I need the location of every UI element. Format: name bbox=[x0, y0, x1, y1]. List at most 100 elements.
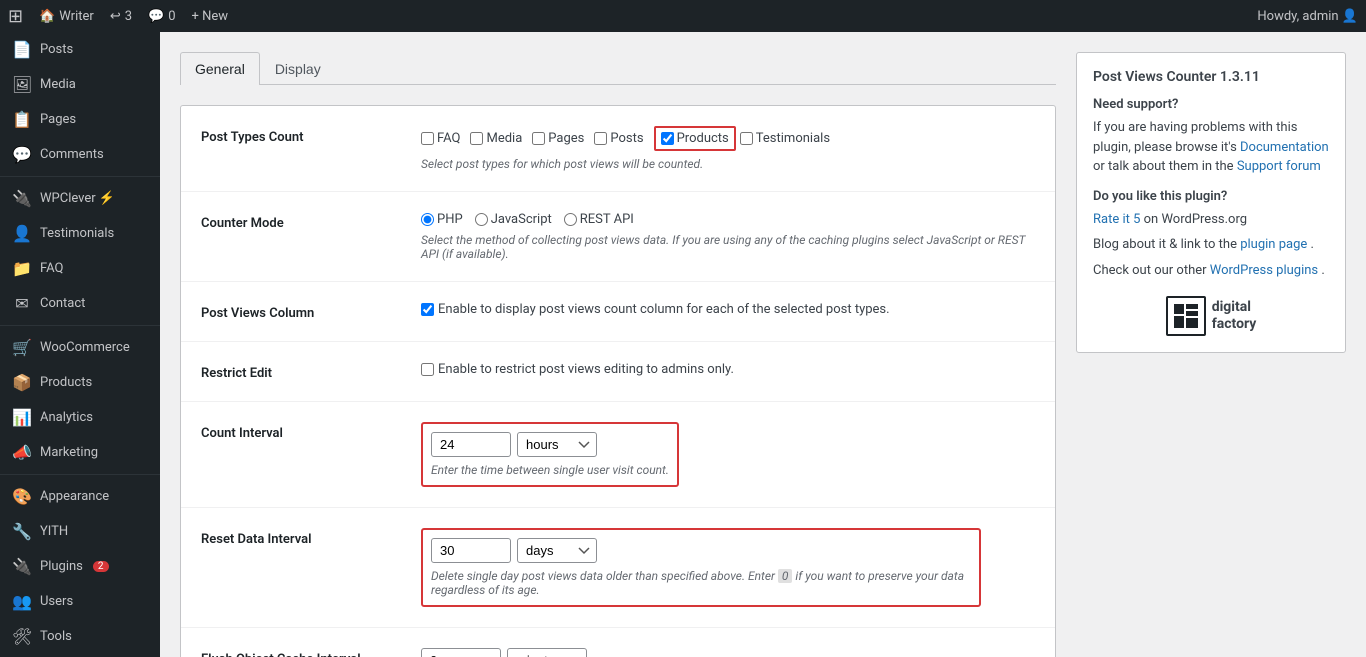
wpclever-icon: 🔌 bbox=[12, 189, 32, 208]
sidebar-item-media[interactable]: 🖼 Media bbox=[0, 67, 160, 102]
tabs: General Display bbox=[180, 52, 1056, 85]
admin-avatar: 👤 bbox=[1342, 9, 1358, 24]
checkbox-group: FAQ Media Pages bbox=[421, 126, 1035, 151]
post-views-column-input[interactable] bbox=[421, 303, 434, 316]
sidebar-item-comments[interactable]: 💬 Comments bbox=[0, 137, 160, 172]
topbar: ⊞ 🏠 Writer ↩ 3 💬 0 + New Howdy, admin 👤 bbox=[0, 0, 1366, 32]
radio-rest-api-input[interactable] bbox=[564, 213, 577, 226]
radio-javascript[interactable]: JavaScript bbox=[475, 212, 552, 227]
reset-data-interval-row: Reset Data Interval days minutes hours bbox=[181, 508, 1055, 628]
sidebar-item-users[interactable]: 👥 Users bbox=[0, 584, 160, 619]
comments-icon: 💬 bbox=[12, 145, 32, 164]
sidebar-item-testimonials[interactable]: 👤 Testimonials bbox=[0, 216, 160, 251]
counter-mode-row: Counter Mode PHP JavaScript bbox=[181, 192, 1055, 282]
checkbox-posts[interactable]: Posts bbox=[594, 131, 643, 146]
checkbox-testimonials[interactable]: Testimonials bbox=[740, 131, 830, 146]
pages-icon: 📋 bbox=[12, 110, 32, 129]
wp-logo[interactable]: ⊞ bbox=[8, 6, 23, 27]
restrict-edit-input[interactable] bbox=[421, 363, 434, 376]
support-forum-link[interactable]: Support forum bbox=[1237, 159, 1321, 174]
flush-cache-row: Flush Object Cache Interval minutes hour… bbox=[181, 628, 1055, 657]
media-icon: 🖼 bbox=[12, 75, 32, 94]
main-content: General Display Post Types Count FAQ bbox=[160, 32, 1366, 657]
count-interval-input[interactable] bbox=[431, 432, 511, 457]
sidebar-item-contact[interactable]: ✉ Contact bbox=[0, 286, 160, 321]
flush-cache-control: minutes hours days How often to flush ca… bbox=[421, 648, 1035, 657]
sidebar-item-posts[interactable]: 📄 Posts bbox=[0, 32, 160, 67]
new-content[interactable]: + New bbox=[192, 9, 229, 24]
count-interval-select[interactable]: hours minutes days bbox=[517, 432, 597, 457]
radio-javascript-input[interactable] bbox=[475, 213, 488, 226]
reset-data-interval-label: Reset Data Interval bbox=[201, 528, 401, 547]
sidebar: 📄 Posts 🖼 Media 📋 Pages 💬 Comments 🔌 WPC… bbox=[0, 32, 160, 657]
count-interval-label: Count Interval bbox=[201, 422, 401, 441]
reset-data-interval-select[interactable]: days minutes hours bbox=[517, 538, 597, 563]
checkbox-products-input[interactable] bbox=[661, 132, 674, 145]
flush-cache-input-row: minutes hours days bbox=[421, 648, 1035, 657]
wp-plugins-link[interactable]: WordPress plugins bbox=[1210, 263, 1318, 278]
reset-data-interval-help: Delete single day post views data older … bbox=[431, 569, 971, 597]
restrict-edit-checkbox[interactable]: Enable to restrict post views editing to… bbox=[421, 362, 1035, 377]
rate-link[interactable]: Rate it 5 bbox=[1093, 212, 1140, 227]
sidebar-item-analytics[interactable]: 📊 Analytics bbox=[0, 400, 160, 435]
flush-cache-label: Flush Object Cache Interval bbox=[201, 648, 401, 657]
products-highlight: Products bbox=[654, 126, 736, 151]
sidebar-item-label: Plugins bbox=[40, 559, 83, 574]
sidebar-item-label: Tools bbox=[40, 629, 72, 644]
comments-topbar[interactable]: 💬 0 bbox=[148, 9, 176, 24]
revisions-icon: ↩ bbox=[110, 9, 121, 24]
users-icon: 👥 bbox=[12, 592, 32, 611]
reset-data-interval-input[interactable] bbox=[431, 538, 511, 563]
sidebar-item-label: Pages bbox=[40, 112, 76, 127]
sidebar-divider-2 bbox=[0, 325, 160, 326]
radio-php[interactable]: PHP bbox=[421, 212, 463, 227]
tab-display[interactable]: Display bbox=[260, 52, 336, 85]
sidebar-item-plugins[interactable]: 🔌 Plugins 2 bbox=[0, 549, 160, 584]
tab-general[interactable]: General bbox=[180, 52, 260, 85]
documentation-link[interactable]: Documentation bbox=[1240, 140, 1329, 155]
revisions[interactable]: ↩ 3 bbox=[110, 9, 132, 24]
df-text: digitalfactory bbox=[1212, 299, 1257, 333]
sidebar-item-label: Appearance bbox=[40, 489, 109, 504]
radio-group: PHP JavaScript REST API bbox=[421, 212, 1035, 227]
checkbox-posts-input[interactable] bbox=[594, 132, 607, 145]
content-left: General Display Post Types Count FAQ bbox=[180, 52, 1056, 657]
sidebar-item-pages[interactable]: 📋 Pages bbox=[0, 102, 160, 137]
checkbox-media[interactable]: Media bbox=[470, 131, 522, 146]
sidebar-item-label: Users bbox=[40, 594, 73, 609]
analytics-icon: 📊 bbox=[12, 408, 32, 427]
sidebar-item-tools[interactable]: 🛠 Tools bbox=[0, 619, 160, 654]
sidebar-item-faq[interactable]: 📁 FAQ bbox=[0, 251, 160, 286]
plugin-info-card: Post Views Counter 1.3.11 Need support? … bbox=[1076, 52, 1346, 353]
checkbox-pages-input[interactable] bbox=[532, 132, 545, 145]
restrict-edit-row: Restrict Edit Enable to restrict post vi… bbox=[181, 342, 1055, 402]
sidebar-item-appearance[interactable]: 🎨 Appearance bbox=[0, 479, 160, 514]
sidebar-item-label: Analytics bbox=[40, 410, 93, 425]
flush-cache-select[interactable]: minutes hours days bbox=[507, 648, 587, 657]
checkbox-products[interactable]: Products bbox=[661, 131, 729, 146]
tools-icon: 🛠 bbox=[12, 627, 32, 646]
sidebar-item-yith[interactable]: 🔧 YITH bbox=[0, 514, 160, 549]
checkbox-testimonials-input[interactable] bbox=[740, 132, 753, 145]
count-interval-input-row: hours minutes days bbox=[431, 432, 669, 457]
post-views-column-label: Post Views Column bbox=[201, 302, 401, 321]
layout: 📄 Posts 🖼 Media 📋 Pages 💬 Comments 🔌 WPC… bbox=[0, 32, 1366, 657]
post-views-column-checkbox[interactable]: Enable to display post views count colum… bbox=[421, 302, 1035, 317]
sidebar-item-woocommerce[interactable]: 🛒 WooCommerce bbox=[0, 330, 160, 365]
checkbox-media-input[interactable] bbox=[470, 132, 483, 145]
radio-rest-api[interactable]: REST API bbox=[564, 212, 634, 227]
sidebar-item-products[interactable]: 📦 Products bbox=[0, 365, 160, 400]
sidebar-item-wpclever[interactable]: 🔌 WPClever ⚡ bbox=[0, 181, 160, 216]
support-title: Need support? bbox=[1093, 97, 1329, 112]
checkbox-pages[interactable]: Pages bbox=[532, 131, 584, 146]
sidebar-item-marketing[interactable]: 📣 Marketing bbox=[0, 435, 160, 470]
radio-php-input[interactable] bbox=[421, 213, 434, 226]
other-text: Check out our other WordPress plugins . bbox=[1093, 261, 1329, 281]
restrict-edit-text: Enable to restrict post views editing to… bbox=[438, 362, 734, 377]
site-name[interactable]: 🏠 Writer bbox=[39, 9, 94, 24]
post-types-count-control: FAQ Media Pages bbox=[421, 126, 1035, 171]
checkbox-faq-input[interactable] bbox=[421, 132, 434, 145]
plugin-page-link[interactable]: plugin page bbox=[1240, 237, 1307, 252]
checkbox-faq[interactable]: FAQ bbox=[421, 131, 460, 146]
flush-cache-input[interactable] bbox=[421, 648, 501, 657]
